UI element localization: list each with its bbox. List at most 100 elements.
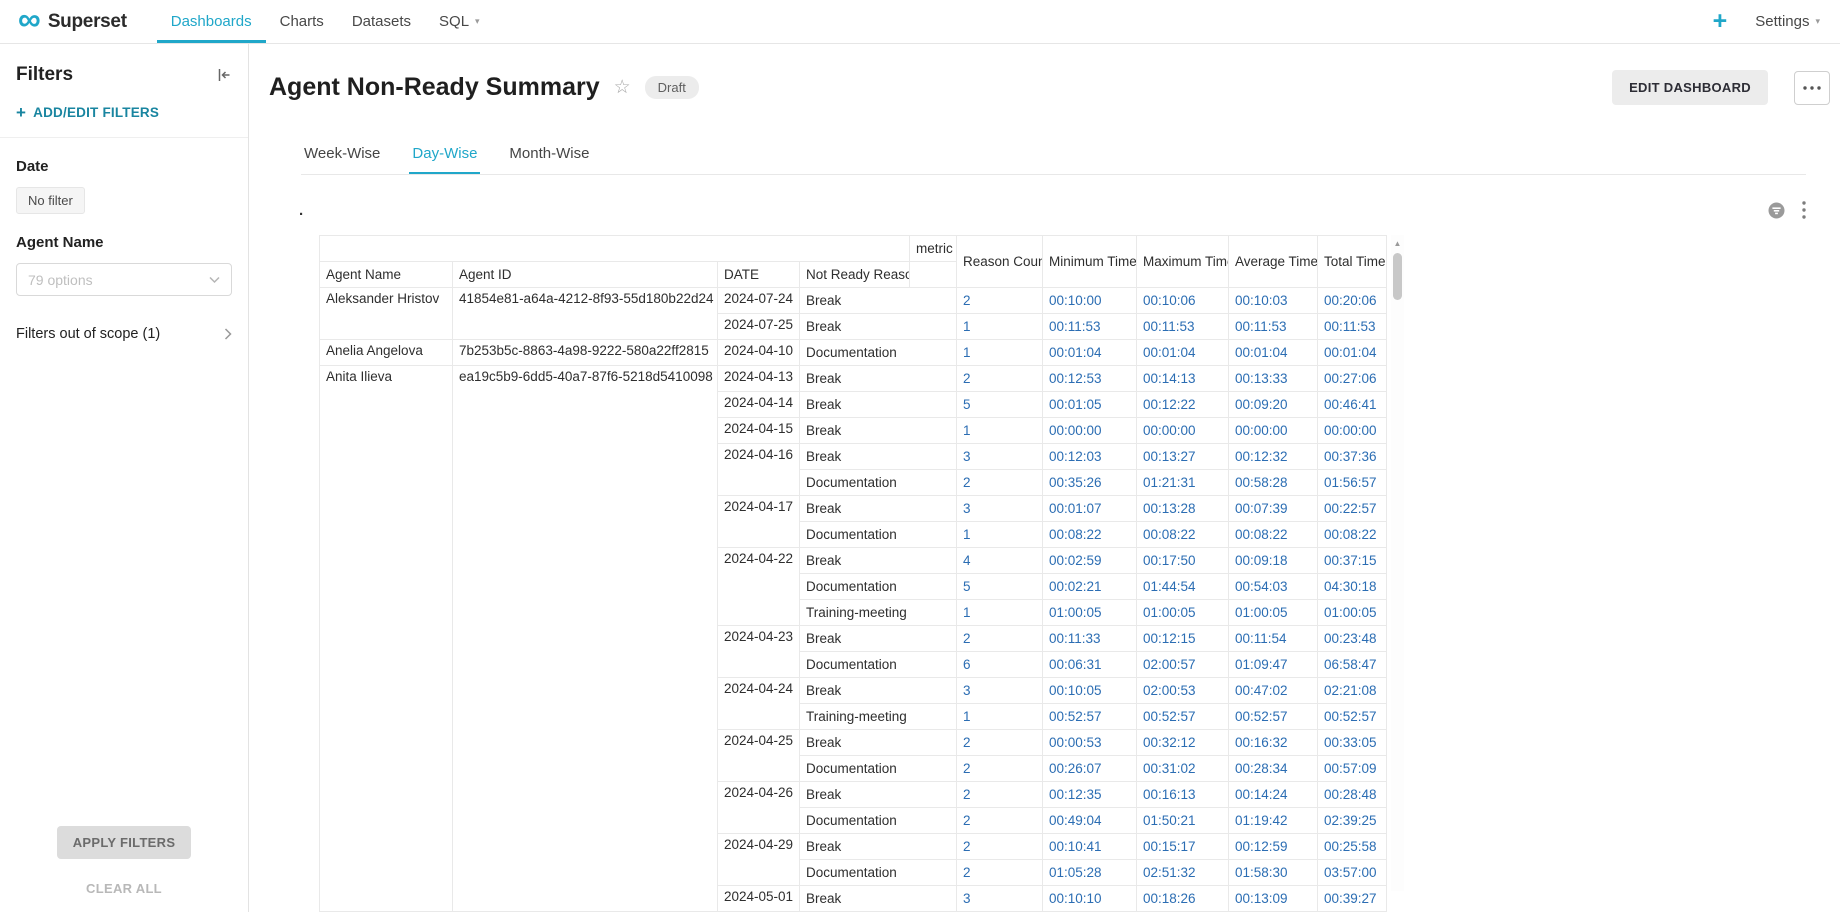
tab-month-wise[interactable]: Month-Wise [506,135,592,174]
metric-value-cell[interactable]: 1 [957,522,1043,548]
metric-value-cell[interactable]: 01:44:54 [1137,574,1229,600]
metric-value-cell[interactable]: 00:52:57 [1318,704,1387,730]
metric-value-cell[interactable]: 00:33:05 [1318,730,1387,756]
reason-cell[interactable]: Documentation [800,470,957,496]
agent-name-cell[interactable]: Anita Ilieva [320,366,453,912]
reason-cell[interactable]: Break [800,886,957,912]
metric-value-cell[interactable]: 00:16:32 [1229,730,1318,756]
metric-value-cell[interactable]: 00:13:27 [1137,444,1229,470]
metric-value-cell[interactable]: 1 [957,340,1043,366]
metric-value-cell[interactable]: 6 [957,652,1043,678]
metric-value-cell[interactable]: 01:00:05 [1137,600,1229,626]
add-edit-filters-button[interactable]: + ADD/EDIT FILTERS [0,92,248,138]
metric-value-cell[interactable]: 00:10:00 [1043,288,1137,314]
reason-cell[interactable]: Documentation [800,860,957,886]
reason-cell[interactable]: Break [800,496,957,522]
metric-value-cell[interactable]: 02:51:32 [1137,860,1229,886]
metric-value-cell[interactable]: 00:09:18 [1229,548,1318,574]
metric-value-cell[interactable]: 00:09:20 [1229,392,1318,418]
date-cell[interactable]: 2024-04-17 [718,496,800,548]
metric-value-cell[interactable]: 00:16:13 [1137,782,1229,808]
table-scrollbar[interactable]: ▲ [1391,235,1404,891]
metric-value-cell[interactable]: 2 [957,834,1043,860]
nav-item-sql[interactable]: SQL ▾ [425,0,494,43]
metric-value-cell[interactable]: 1 [957,418,1043,444]
metric-value-cell[interactable]: 2 [957,626,1043,652]
metric-value-cell[interactable]: 00:13:09 [1229,886,1318,912]
metric-value-cell[interactable]: 00:02:59 [1043,548,1137,574]
metric-value-cell[interactable]: 00:52:57 [1043,704,1137,730]
reason-cell[interactable]: Break [800,782,957,808]
metric-value-cell[interactable]: 00:13:33 [1229,366,1318,392]
date-cell[interactable]: 2024-04-10 [718,340,800,366]
date-cell[interactable]: 2024-04-14 [718,392,800,418]
reason-cell[interactable]: Break [800,548,957,574]
date-cell[interactable]: 2024-07-24 [718,288,800,314]
metric-value-cell[interactable]: 04:30:18 [1318,574,1387,600]
metric-value-cell[interactable]: 00:49:04 [1043,808,1137,834]
metric-value-cell[interactable]: 00:18:26 [1137,886,1229,912]
metric-value-cell[interactable]: 00:01:04 [1318,340,1387,366]
metric-value-cell[interactable]: 2 [957,808,1043,834]
metric-value-cell[interactable]: 00:54:03 [1229,574,1318,600]
metric-value-cell[interactable]: 00:11:33 [1043,626,1137,652]
metric-value-cell[interactable]: 00:26:07 [1043,756,1137,782]
metric-value-cell[interactable]: 00:23:48 [1318,626,1387,652]
metric-value-cell[interactable]: 00:02:21 [1043,574,1137,600]
metric-value-cell[interactable]: 00:11:53 [1318,314,1387,340]
cross-filter-badge[interactable] [1768,202,1785,219]
metric-value-cell[interactable]: 00:00:00 [1318,418,1387,444]
metric-value-cell[interactable]: 00:37:36 [1318,444,1387,470]
date-cell[interactable]: 2024-04-23 [718,626,800,678]
reason-cell[interactable]: Documentation [800,808,957,834]
metric-value-cell[interactable]: 06:58:47 [1318,652,1387,678]
date-cell[interactable]: 2024-04-22 [718,548,800,626]
metric-value-cell[interactable]: 00:01:05 [1043,392,1137,418]
reason-cell[interactable]: Documentation [800,652,957,678]
metric-value-cell[interactable]: 2 [957,366,1043,392]
agent-name-cell[interactable]: Anelia Angelova [320,340,453,366]
reason-cell[interactable]: Break [800,730,957,756]
metric-value-cell[interactable]: 2 [957,730,1043,756]
metric-value-cell[interactable]: 00:00:00 [1043,418,1137,444]
reason-cell[interactable]: Break [800,366,957,392]
metric-value-cell[interactable]: 00:01:07 [1043,496,1137,522]
metric-value-cell[interactable]: 00:12:03 [1043,444,1137,470]
metric-value-cell[interactable]: 1 [957,314,1043,340]
metric-value-cell[interactable]: 00:12:22 [1137,392,1229,418]
metric-value-cell[interactable]: 00:52:57 [1137,704,1229,730]
metric-value-cell[interactable]: 2 [957,782,1043,808]
reason-cell[interactable]: Training-meeting [800,600,957,626]
tab-week-wise[interactable]: Week-Wise [301,135,383,174]
metric-value-cell[interactable]: 2 [957,288,1043,314]
reason-cell[interactable]: Break [800,834,957,860]
metric-value-cell[interactable]: 00:01:04 [1043,340,1137,366]
metric-value-cell[interactable]: 01:19:42 [1229,808,1318,834]
metric-value-cell[interactable]: 00:08:22 [1318,522,1387,548]
metric-value-cell[interactable]: 00:14:24 [1229,782,1318,808]
superset-logo[interactable]: ∞ Superset [18,0,127,43]
metric-value-cell[interactable]: 2 [957,860,1043,886]
reason-cell[interactable]: Documentation [800,522,957,548]
metric-value-cell[interactable]: 00:08:22 [1043,522,1137,548]
agent-id-cell[interactable]: 7b253b5c-8863-4a98-9222-580a22ff2815 [453,340,718,366]
metric-value-cell[interactable]: 00:25:58 [1318,834,1387,860]
reason-cell[interactable]: Documentation [800,574,957,600]
metric-value-cell[interactable]: 01:56:57 [1318,470,1387,496]
metric-value-cell[interactable]: 00:10:03 [1229,288,1318,314]
date-cell[interactable]: 2024-04-13 [718,366,800,392]
favorite-star-icon[interactable]: ☆ [614,76,631,99]
metric-value-cell[interactable]: 00:11:53 [1137,314,1229,340]
metric-value-cell[interactable]: 00:28:48 [1318,782,1387,808]
date-cell[interactable]: 2024-05-01 [718,886,800,912]
metric-value-cell[interactable]: 02:00:53 [1137,678,1229,704]
metric-value-cell[interactable]: 00:47:02 [1229,678,1318,704]
metric-value-cell[interactable]: 01:00:05 [1229,600,1318,626]
metric-value-cell[interactable]: 3 [957,886,1043,912]
nav-item-datasets[interactable]: Datasets [338,0,425,43]
clear-all-button[interactable]: CLEAR ALL [86,881,162,896]
metric-value-cell[interactable]: 03:57:00 [1318,860,1387,886]
metric-value-cell[interactable]: 02:39:25 [1318,808,1387,834]
metric-value-cell[interactable]: 3 [957,444,1043,470]
metric-value-cell[interactable]: 00:00:53 [1043,730,1137,756]
